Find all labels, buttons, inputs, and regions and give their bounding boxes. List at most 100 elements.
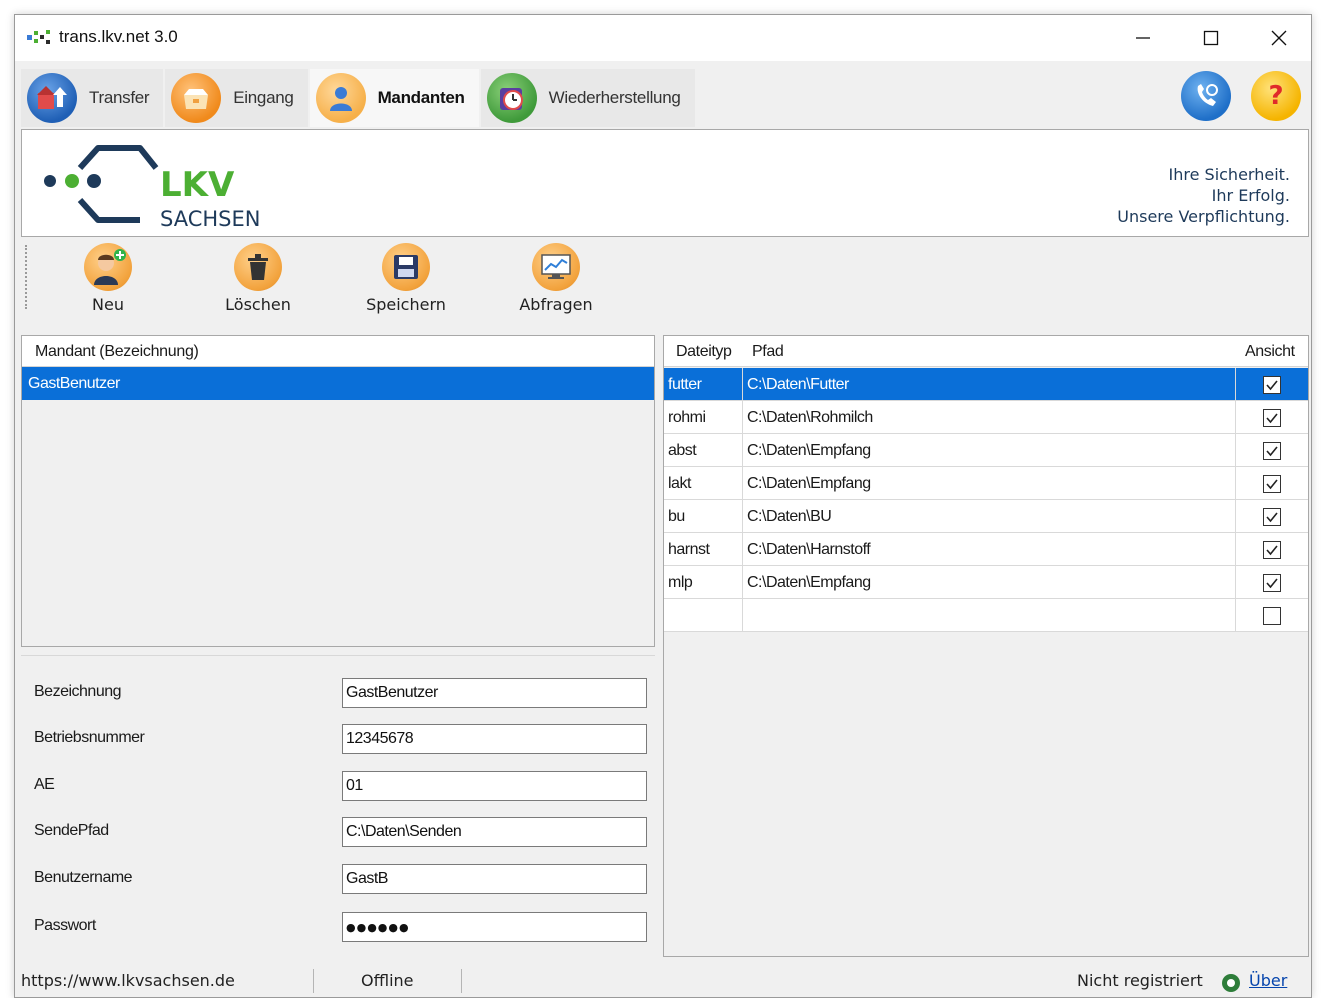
cell-dateityp[interactable]: harnst — [668, 533, 740, 566]
query-button-label: Abfragen — [519, 295, 593, 314]
betriebsnummer-field[interactable] — [342, 724, 647, 754]
bezeichnung-field[interactable] — [342, 678, 647, 708]
delete-button[interactable]: Löschen — [203, 243, 313, 314]
new-button[interactable]: Neu — [53, 243, 163, 314]
tab-wiederherstellung[interactable]: Wiederherstellung — [480, 69, 695, 127]
cell-dateityp[interactable]: rohmi — [668, 401, 740, 434]
passwort-row: Passwort — [21, 912, 655, 942]
table-row[interactable]: abst C:\Daten\Empfang — [664, 434, 1308, 467]
cell-pfad[interactable]: C:\Daten\Empfang — [742, 434, 1234, 467]
mandant-list[interactable]: Mandant (Bezeichnung) GastBenutzer — [21, 335, 655, 647]
table-row[interactable]: mlp C:\Daten\Empfang — [664, 566, 1308, 599]
save-button[interactable]: Speichern — [351, 243, 461, 314]
query-button[interactable]: Abfragen — [501, 243, 611, 314]
view-checkbox[interactable] — [1263, 474, 1281, 493]
new-button-label: Neu — [92, 295, 124, 314]
logo-lkv-text: LKV — [160, 165, 235, 205]
restore-clock-icon — [486, 73, 537, 123]
slogan-line-2: Ihr Erfolg. — [1211, 186, 1290, 205]
checkmark-icon — [1266, 445, 1278, 456]
cell-pfad[interactable]: C:\Daten\Empfang — [742, 467, 1234, 500]
tab-mandanten[interactable]: Mandanten — [309, 69, 479, 127]
passwort-label: Passwort — [34, 917, 96, 934]
cell-dateityp[interactable] — [668, 599, 740, 632]
tab-mandanten-label: Mandanten — [377, 88, 465, 107]
cell-dateityp[interactable]: futter — [668, 368, 740, 401]
checkmark-icon — [1266, 511, 1278, 522]
benutzername-label: Benutzername — [34, 869, 133, 886]
status-bar: https://www.lkvsachsen.de Offline Nicht … — [15, 965, 1311, 997]
window-title: trans.lkv.net 3.0 — [59, 27, 178, 46]
view-checkbox[interactable] — [1263, 573, 1281, 592]
benutzername-row: Benutzername — [21, 864, 655, 894]
status-separator — [313, 969, 314, 993]
cell-ansicht — [1235, 599, 1308, 632]
cell-pfad[interactable]: C:\Daten\Empfang — [742, 566, 1234, 599]
cell-ansicht — [1235, 566, 1308, 599]
cell-dateityp[interactable]: bu — [668, 500, 740, 533]
checkmark-icon — [1266, 544, 1278, 555]
connection-status: Offline — [361, 971, 414, 990]
view-checkbox[interactable] — [1263, 441, 1281, 460]
cell-ansicht — [1235, 467, 1308, 500]
view-checkbox[interactable] — [1263, 408, 1281, 427]
checkmark-icon — [1266, 379, 1278, 390]
about-link[interactable]: Über — [1249, 971, 1287, 990]
cell-pfad[interactable]: C:\Daten\Rohmilch — [742, 401, 1234, 434]
sendepfad-field[interactable] — [342, 817, 647, 847]
table-row[interactable] — [664, 599, 1308, 632]
toolbar-grip[interactable] — [25, 245, 28, 309]
table-row[interactable]: harnst C:\Daten\Harnstoff — [664, 533, 1308, 566]
lkv-sachsen-logo: LKV SACHSEN — [44, 145, 260, 231]
cell-dateityp[interactable]: lakt — [668, 467, 740, 500]
betriebsnummer-row: Betriebsnummer — [21, 724, 655, 754]
tab-eingang[interactable]: Eingang — [165, 69, 308, 127]
close-button[interactable] — [1245, 15, 1313, 61]
logo-sachsen-text: SACHSEN — [160, 207, 260, 231]
table-row[interactable]: rohmi C:\Daten\Rohmilch — [664, 401, 1308, 434]
tab-transfer[interactable]: Transfer — [21, 69, 164, 127]
mandant-list-header[interactable]: Mandant (Bezeichnung) — [22, 336, 654, 367]
password-field[interactable] — [342, 912, 647, 942]
monitor-chart-icon — [532, 243, 580, 291]
ae-field[interactable] — [342, 771, 647, 801]
mandant-form: Bezeichnung Betriebsnummer AE SendePfad … — [21, 655, 655, 957]
app-logo-icon — [27, 30, 50, 44]
table-row[interactable]: bu C:\Daten\BU — [664, 500, 1308, 533]
cell-pfad[interactable]: C:\Daten\BU — [742, 500, 1234, 533]
phone-support-icon[interactable] — [1181, 71, 1231, 121]
cell-dateityp[interactable]: abst — [668, 434, 740, 467]
cell-pfad[interactable]: C:\Daten\Futter — [742, 368, 1234, 401]
table-row[interactable]: lakt C:\Daten\Empfang — [664, 467, 1308, 500]
view-checkbox[interactable] — [1263, 606, 1281, 625]
checkmark-icon — [1266, 478, 1278, 489]
help-icon[interactable]: ? — [1251, 71, 1301, 121]
maximize-button[interactable] — [1177, 15, 1245, 61]
column-header-dateityp[interactable]: Dateityp — [676, 336, 732, 367]
action-toolbar: Neu Löschen Speichern Abfragen — [21, 239, 1309, 325]
slogan-line-3: Unsere Verpflichtung. — [1117, 207, 1290, 226]
registration-status: Nicht registriert — [1077, 971, 1203, 990]
cell-ansicht — [1235, 401, 1308, 434]
column-header-ansicht[interactable]: Ansicht — [1245, 336, 1295, 367]
view-checkbox[interactable] — [1263, 507, 1281, 526]
slogan-line-1: Ihre Sicherheit. — [1168, 165, 1290, 184]
benutzername-field[interactable] — [342, 864, 647, 894]
info-gear-icon[interactable] — [1221, 973, 1241, 993]
close-icon — [1271, 30, 1287, 46]
checkmark-icon — [1266, 577, 1278, 588]
tab-eingang-label: Eingang — [233, 88, 294, 107]
list-item[interactable]: GastBenutzer — [22, 367, 654, 400]
minimize-button[interactable] — [1109, 15, 1177, 61]
cell-ansicht — [1235, 368, 1308, 401]
table-row[interactable]: futter C:\Daten\Futter — [664, 368, 1308, 401]
cell-dateityp[interactable]: mlp — [668, 566, 740, 599]
view-checkbox[interactable] — [1263, 540, 1281, 559]
view-checkbox[interactable] — [1263, 375, 1281, 394]
betriebsnummer-label: Betriebsnummer — [34, 729, 145, 746]
cell-pfad[interactable]: C:\Daten\Harnstoff — [742, 533, 1234, 566]
file-type-grid[interactable]: Dateityp Pfad Ansicht futter C:\Daten\Fut… — [663, 335, 1309, 957]
cell-pfad[interactable] — [742, 599, 1234, 632]
column-header-pfad[interactable]: Pfad — [752, 336, 784, 367]
inbox-icon — [171, 73, 222, 123]
